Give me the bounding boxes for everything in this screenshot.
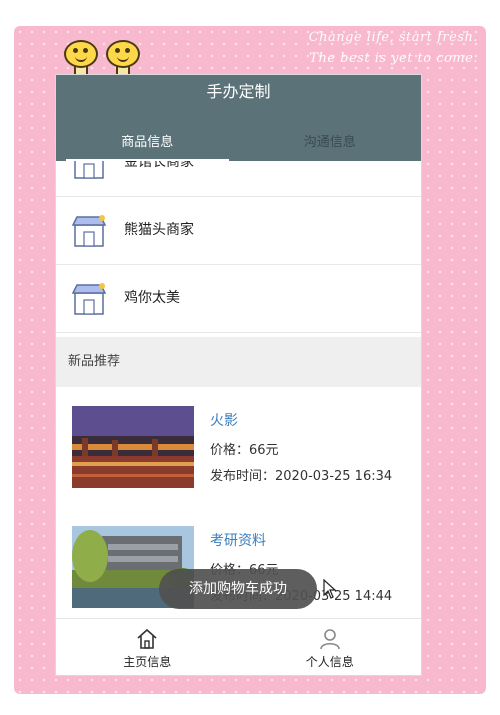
nav-home[interactable]: 主页信息	[56, 619, 239, 675]
nav-label: 个人信息	[305, 655, 354, 669]
shop-icon	[71, 283, 107, 315]
product-card[interactable]: 火影 价格：66元 发布时间：2020-03-25 16:34	[56, 387, 421, 508]
merchant-name: 金馆长商家	[124, 161, 194, 170]
product-publish-time: 发布时间：2020-03-25 16:34	[210, 469, 393, 484]
merchant-name: 鸡你太美	[124, 290, 180, 306]
tab-product-info[interactable]: 商品信息	[56, 129, 239, 161]
page-title: 手办定制	[206, 82, 271, 101]
bottom-nav: 主页信息 个人信息	[56, 618, 421, 675]
merchant-row[interactable]: 鸡你太美	[56, 265, 421, 333]
shop-icon	[71, 215, 107, 247]
merchant-row[interactable]: 金馆长商家	[56, 161, 421, 197]
product-name: 火影	[210, 413, 238, 429]
smiley-hand-icon	[64, 40, 98, 82]
nav-profile[interactable]: 个人信息	[239, 619, 422, 675]
section-title: 新品推荐	[68, 354, 121, 369]
nav-label: 主页信息	[123, 655, 172, 669]
scroll-content[interactable]: 金馆长商家 熊猫头商家 鸡你太美 新品推荐 火影 价格：66元 发布时间：202…	[56, 161, 421, 617]
toast-message: 添加购物车成功	[159, 569, 317, 609]
merchant-row[interactable]: 熊猫头商家	[56, 197, 421, 265]
tab-bar: 商品信息 沟通信息	[56, 129, 421, 161]
shop-icon	[74, 161, 104, 179]
product-name: 考研资料	[210, 533, 266, 549]
tab-communication-info[interactable]: 沟通信息	[238, 129, 421, 161]
banner-line-2: The best is yet to come.	[309, 51, 478, 66]
product-thumbnail	[72, 406, 194, 488]
tab-label: 商品信息	[121, 135, 174, 150]
home-icon	[137, 628, 157, 649]
mouse-cursor-icon	[323, 579, 337, 599]
product-price: 价格：66元	[210, 443, 279, 458]
app-bar: 手办定制 商品信息 沟通信息	[56, 75, 421, 161]
banner-line-1: Change life, start fresh.	[308, 30, 478, 45]
section-header-new-products: 新品推荐	[56, 337, 421, 387]
phone-screen: 手办定制 商品信息 沟通信息 金馆长商家 熊猫头商家 鸡你太美 新品推荐 火影 …	[56, 75, 421, 675]
merchant-name: 熊猫头商家	[124, 222, 194, 238]
user-icon	[319, 629, 340, 650]
smiley-hand-icon	[106, 40, 140, 82]
tab-label: 沟通信息	[303, 135, 356, 150]
